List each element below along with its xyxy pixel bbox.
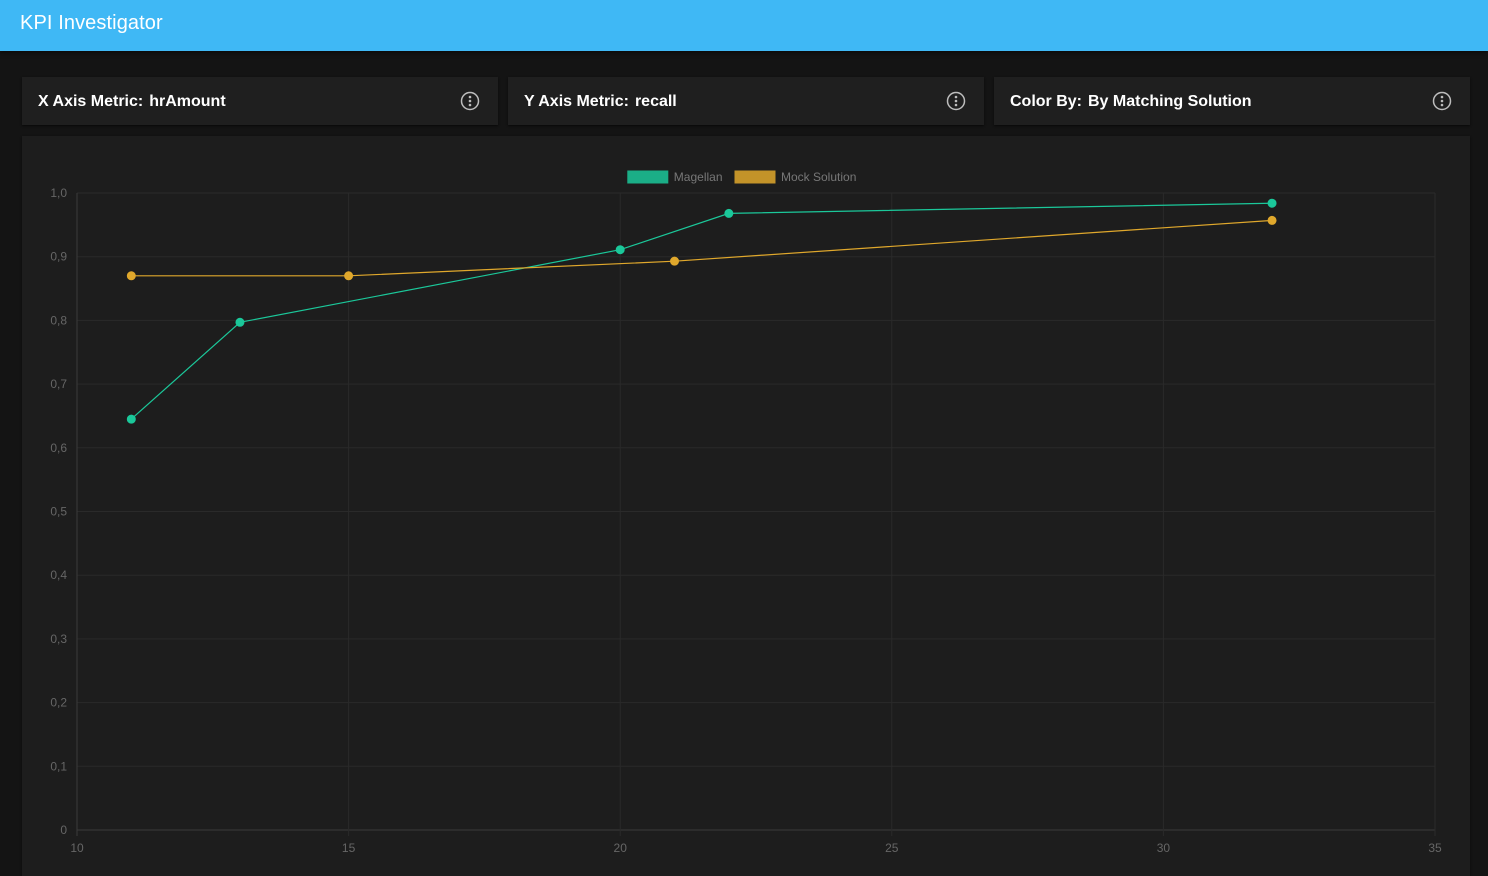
legend-label[interactable]: Magellan (674, 170, 723, 184)
y-axis-metric-value: recall (634, 93, 677, 110)
x-tick-label: 20 (614, 841, 628, 855)
color-by-label: Color By: (1010, 93, 1082, 110)
y-tick-label: 0 (60, 823, 67, 837)
color-by-value: By Matching Solution (1088, 93, 1252, 110)
series-line-mock-solution (131, 219, 1273, 277)
data-point[interactable] (126, 271, 136, 281)
x-tick-label: 25 (885, 841, 899, 855)
data-point[interactable] (1267, 215, 1277, 225)
y-axis-metric-selector[interactable]: Y Axis Metric: recall (508, 77, 984, 125)
more-vert-icon[interactable] (460, 91, 480, 111)
legend-swatch[interactable] (627, 170, 669, 184)
legend-swatch[interactable] (734, 170, 776, 184)
x-tick-label: 35 (1428, 841, 1442, 855)
legend-label[interactable]: Mock Solution (781, 170, 856, 184)
data-point[interactable] (615, 245, 625, 255)
y-tick-label: 0,7 (50, 377, 67, 391)
data-point[interactable] (344, 271, 354, 281)
x-axis-metric-value: hrAmount (149, 93, 226, 110)
x-axis-metric-label: X Axis Metric: (38, 93, 144, 110)
data-point[interactable] (1267, 198, 1277, 208)
x-tick-label: 30 (1157, 841, 1171, 855)
data-point[interactable] (235, 317, 245, 327)
y-tick-label: 0,1 (50, 759, 67, 773)
y-tick-label: 0,5 (50, 505, 67, 519)
y-tick-label: 0,9 (50, 250, 67, 264)
y-tick-label: 0,2 (50, 696, 67, 710)
x-axis-metric-selector[interactable]: X Axis Metric: hrAmount (22, 77, 498, 125)
app-title: KPI Investigator (20, 12, 163, 34)
y-axis-metric-label: Y Axis Metric: (524, 93, 629, 110)
x-tick-label: 15 (342, 841, 356, 855)
line-chart[interactable]: 0 0,1 0,2 0,3 0,4 0,5 0,6 0,7 0,8 0,9 1,0 10 15 20 25 3… (22, 136, 1470, 862)
more-vert-icon[interactable] (1432, 91, 1452, 111)
series-line-magellan (130, 202, 1273, 420)
x-tick-label: 10 (70, 841, 84, 855)
data-point[interactable] (670, 256, 680, 266)
y-tick-label: 0,6 (50, 441, 67, 455)
data-point[interactable] (126, 414, 136, 424)
data-point[interactable] (724, 208, 734, 218)
y-tick-label: 0,4 (50, 568, 67, 582)
more-vert-icon[interactable] (946, 91, 966, 111)
y-tick-label: 1,0 (50, 186, 67, 200)
app-bar: KPI Investigator (0, 0, 1488, 51)
color-by-selector[interactable]: Color By: By Matching Solution (994, 77, 1470, 125)
y-tick-label: 0,8 (50, 313, 67, 327)
y-tick-label: 0,3 (50, 632, 67, 646)
chart-panel: 0 0,1 0,2 0,3 0,4 0,5 0,6 0,7 0,8 0,9 1,0 10 15 20 25 3… (22, 136, 1470, 876)
